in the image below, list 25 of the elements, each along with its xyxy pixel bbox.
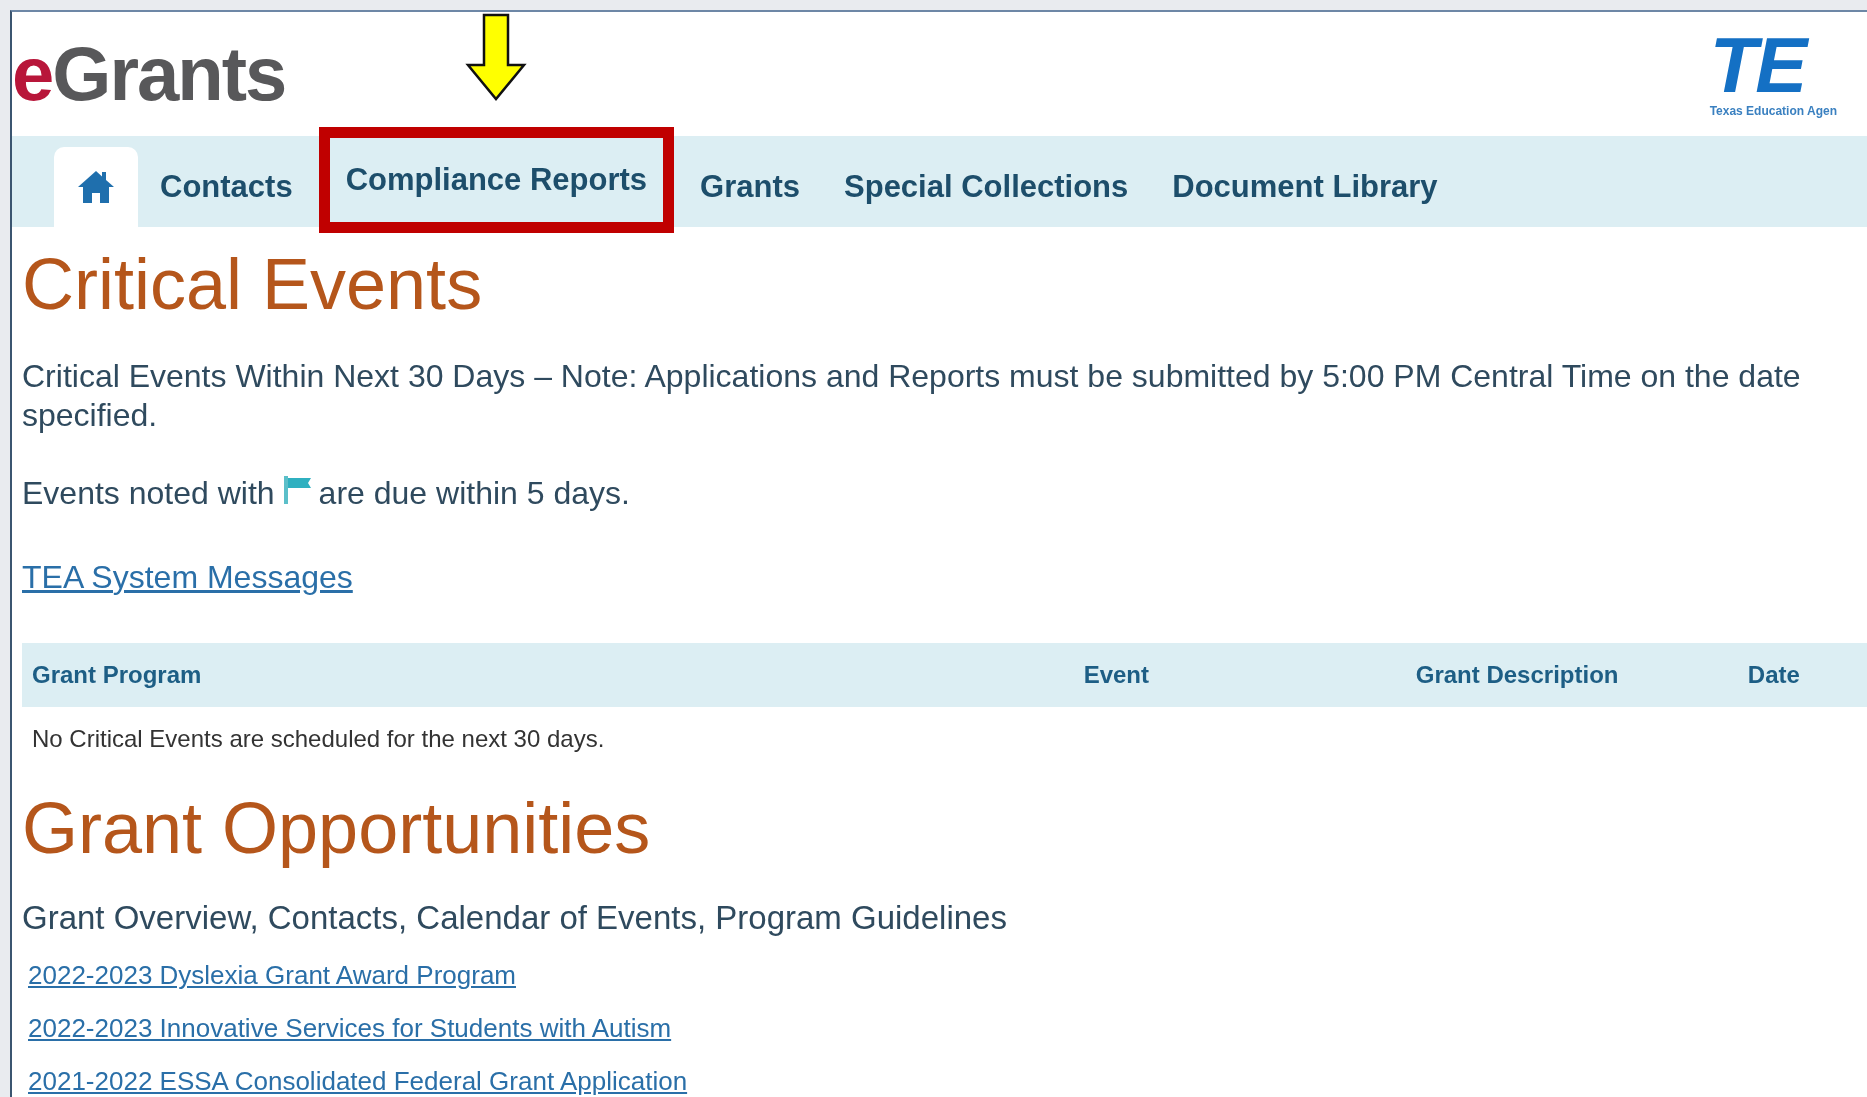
note-text: are due within 5 days. [318,474,630,513]
column-header: Grant Description [1405,642,1738,707]
section-title: Critical Events [22,243,484,326]
home-tab[interactable] [54,147,138,227]
section-subtitle: Grant Overview, Contacts, Calendar of Events, Program Guidelines [22,897,1008,938]
grant-link[interactable]: 2021-2022 ESSA Consolidated Federal Grant Application [28,1062,688,1097]
nav-tab[interactable]: Special Collections [822,147,1151,227]
note-text: Events noted with [22,474,275,513]
nav-tab[interactable]: Grants [678,147,822,227]
grant-link[interactable]: 2022-2023 Innovative Services for Students with Autism [28,1009,672,1049]
column-header: Event [1073,642,1406,707]
system-messages-link[interactable]: TEA System Messages [22,558,353,595]
grant-link[interactable]: 2022-2023 Dyslexia Grant Award Program [28,956,516,996]
nav-tab[interactable]: Contacts [138,147,315,227]
nav-tab[interactable]: Document Library [1150,147,1460,227]
empty-message: No Critical Events are scheduled for the next 30 days. [22,706,1867,771]
column-header: Date [1737,642,1867,707]
nav-tab[interactable]: Compliance Reports [318,127,675,233]
note-text: Critical Events Within Next 30 Days – Note: Applications and Reports must be submitted by 5:00 PM Central Time on the date specified. [22,357,1802,435]
section-title: Grant Opportunities [22,786,652,870]
egrants-logo: eGrants [12,30,286,118]
column-header: Grant Program [22,642,1074,707]
home-icon [76,169,116,205]
agency-logo: TE Texas Education Agen [1709,27,1837,121]
flag-icon [282,474,313,507]
